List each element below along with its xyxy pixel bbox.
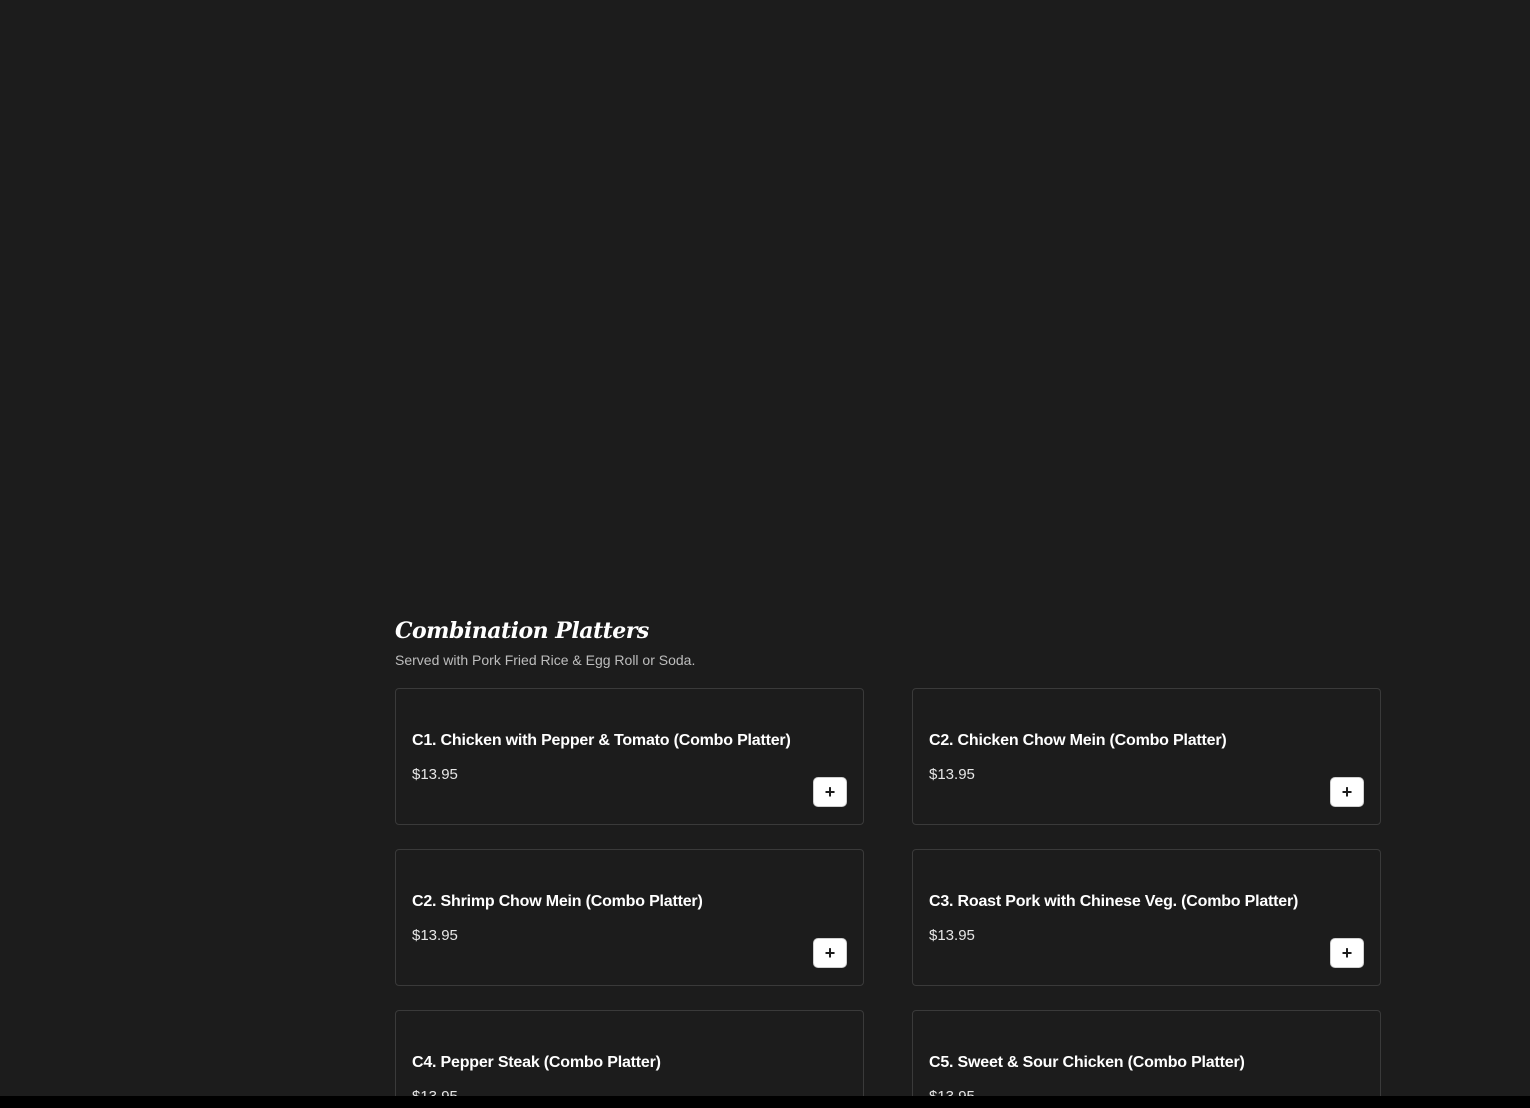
menu-item-name: C2. Shrimp Chow Mein (Combo Platter): [412, 893, 703, 910]
page: Combination Platters Served with Pork Fr…: [0, 0, 1530, 1108]
section-subtitle: Served with Pork Fried Rice & Egg Roll o…: [395, 652, 696, 668]
bottom-edge-bar: [0, 1096, 1530, 1108]
menu-item-price: $13.95: [412, 766, 458, 783]
add-item-button[interactable]: +: [813, 777, 847, 807]
menu-item-card[interactable]: C2. Shrimp Chow Mein (Combo Platter) $13…: [395, 849, 864, 986]
menu-item-name: C3. Roast Pork with Chinese Veg. (Combo …: [929, 893, 1299, 910]
plus-icon: +: [824, 782, 836, 802]
plus-icon: +: [824, 943, 836, 963]
menu-item-card[interactable]: C2. Chicken Chow Mein (Combo Platter) $1…: [912, 688, 1381, 825]
plus-icon: +: [1341, 782, 1353, 802]
menu-item-card[interactable]: C4. Pepper Steak (Combo Platter) $13.95 …: [395, 1010, 864, 1108]
menu-item-price: $13.95: [929, 927, 975, 944]
add-item-button[interactable]: +: [1330, 938, 1364, 968]
menu-item-card[interactable]: C5. Sweet & Sour Chicken (Combo Platter)…: [912, 1010, 1381, 1108]
menu-section-combination-platters: Combination Platters Served with Pork Fr…: [395, 616, 1381, 1108]
menu-item-card[interactable]: C1. Chicken with Pepper & Tomato (Combo …: [395, 688, 864, 825]
menu-item-name: C1. Chicken with Pepper & Tomato (Combo …: [412, 732, 791, 749]
menu-item-card[interactable]: C3. Roast Pork with Chinese Veg. (Combo …: [912, 849, 1381, 986]
menu-items-grid: C1. Chicken with Pepper & Tomato (Combo …: [395, 688, 1381, 1108]
plus-icon: +: [1341, 943, 1353, 963]
add-item-button[interactable]: +: [813, 938, 847, 968]
menu-item-name: C4. Pepper Steak (Combo Platter): [412, 1054, 661, 1071]
menu-item-name: C5. Sweet & Sour Chicken (Combo Platter): [929, 1054, 1245, 1071]
menu-item-price: $13.95: [929, 766, 975, 783]
menu-item-name: C2. Chicken Chow Mein (Combo Platter): [929, 732, 1227, 749]
menu-item-price: $13.95: [412, 927, 458, 944]
add-item-button[interactable]: +: [1330, 777, 1364, 807]
section-title: Combination Platters: [395, 618, 649, 644]
